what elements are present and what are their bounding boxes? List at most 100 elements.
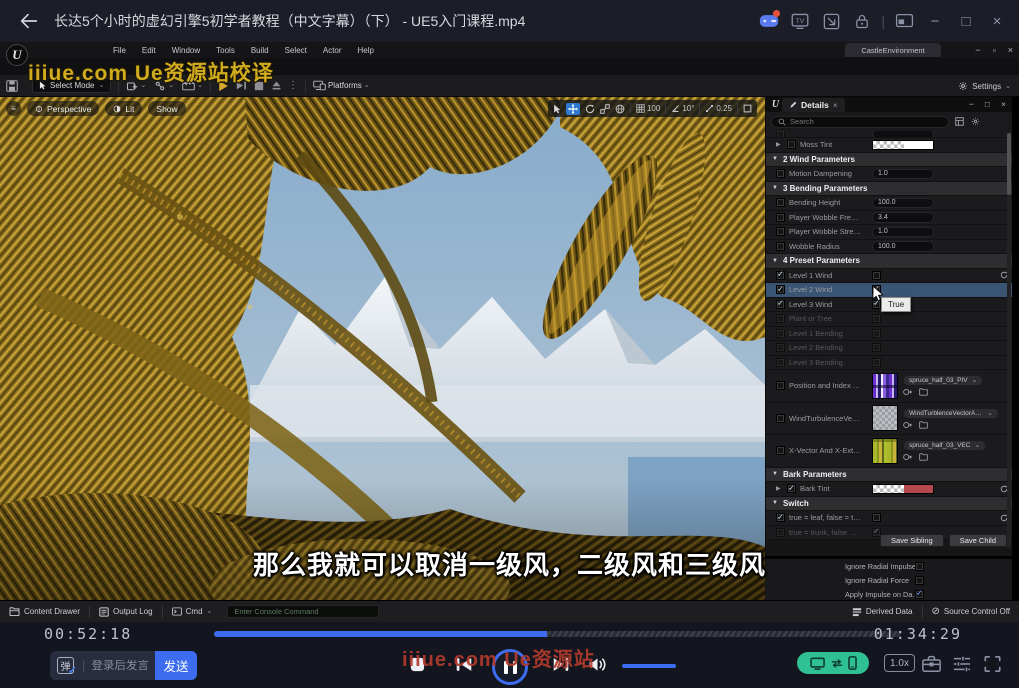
expander-icon[interactable]: ▶ <box>776 485 783 492</box>
menu-actor[interactable]: Actor <box>323 46 342 55</box>
show-dropdown[interactable]: Show <box>148 101 185 116</box>
display-filter-icon[interactable] <box>955 117 964 126</box>
prev-button[interactable] <box>454 655 474 674</box>
perspective-dropdown[interactable]: Perspective <box>27 101 99 116</box>
value-box[interactable]: 1.0 <box>872 227 934 238</box>
value-checkbox[interactable] <box>872 271 881 280</box>
property-checkbox[interactable] <box>776 198 785 207</box>
send-button[interactable]: 发送 <box>155 651 197 680</box>
menu-file[interactable]: File <box>113 46 126 55</box>
platforms-dropdown[interactable]: Platforms ⌄ <box>313 80 370 91</box>
texture-thumbnail[interactable] <box>872 438 898 464</box>
source-control-button[interactable]: ⊘ Source Control Off <box>923 601 1019 622</box>
derived-data-button[interactable]: Derived Data <box>843 601 922 622</box>
game-center-icon[interactable] <box>757 9 781 33</box>
asset-dropdown[interactable]: spruce_half_03_PIV⌄ <box>903 375 983 386</box>
output-log-button[interactable]: Output Log <box>90 601 162 622</box>
browse-asset-icon[interactable] <box>919 453 928 461</box>
rotation-snap-toggle[interactable]: 10° <box>671 104 694 113</box>
property-checkbox[interactable] <box>776 446 785 455</box>
details-tab-close-icon[interactable]: × <box>833 101 838 110</box>
category-header[interactable]: ▼Switch <box>766 497 1012 512</box>
stop-button[interactable] <box>409 656 426 673</box>
texture-thumbnail[interactable] <box>872 405 898 431</box>
menu-window[interactable]: Window <box>172 46 200 55</box>
browse-asset-icon[interactable] <box>919 421 928 429</box>
scale-snap-toggle[interactable]: 0.25 <box>705 104 732 113</box>
danmaku-input[interactable] <box>91 660 155 672</box>
use-selected-icon[interactable] <box>903 453 912 461</box>
value-checkbox[interactable] <box>872 329 881 338</box>
video-frame[interactable]: FileEditWindowToolsBuildSelectActorHelp … <box>0 42 1019 622</box>
world-space-button[interactable] <box>615 104 625 114</box>
move-tool-button[interactable] <box>566 103 580 115</box>
property-checkbox[interactable] <box>776 227 785 236</box>
property-checkbox[interactable] <box>776 169 785 178</box>
ue-close-icon[interactable]: × <box>1008 46 1013 55</box>
property-checkbox[interactable] <box>776 528 785 537</box>
property-checkbox[interactable]: ✓ <box>787 484 796 493</box>
color-swatch[interactable] <box>872 140 934 151</box>
property-checkbox[interactable] <box>776 358 785 367</box>
property-checkbox[interactable] <box>776 381 785 390</box>
value-box[interactable]: 1.0 <box>872 169 934 180</box>
category-header[interactable]: ▼Bark Parameters <box>766 468 1012 483</box>
texture-thumbnail[interactable] <box>872 373 898 399</box>
value-checkbox[interactable] <box>872 343 881 352</box>
lock-button[interactable] <box>850 9 874 33</box>
browse-asset-icon[interactable] <box>919 388 928 396</box>
menu-help[interactable]: Help <box>358 46 374 55</box>
cmd-dropdown[interactable]: Cmd ⌄ <box>163 601 222 622</box>
next-button[interactable] <box>551 655 571 674</box>
property-checkbox[interactable] <box>776 213 785 222</box>
value-checkbox[interactable] <box>872 358 881 367</box>
tv-cast-button[interactable]: TV <box>788 9 812 33</box>
mini-player-button[interactable] <box>892 9 916 33</box>
asset-dropdown[interactable]: spruce_half_03_VEC⌄ <box>903 440 986 451</box>
scale-tool-button[interactable] <box>600 104 610 114</box>
details-scrollbar-thumb[interactable] <box>1007 133 1011 195</box>
value-checkbox[interactable] <box>872 314 881 323</box>
progress-bar[interactable] <box>214 631 900 637</box>
value-box[interactable]: 3.4 <box>872 212 934 223</box>
maximize-button[interactable]: □ <box>954 9 978 33</box>
select-tool-button[interactable] <box>553 104 561 114</box>
details-minimize-icon[interactable]: − <box>969 99 974 109</box>
property-checkbox[interactable] <box>787 140 796 149</box>
use-selected-icon[interactable] <box>903 421 912 429</box>
viewport-canvas[interactable]: ≡ Perspective Lit Show <box>0 97 765 600</box>
property-checkbox[interactable]: ✓ <box>776 285 785 294</box>
category-header[interactable]: ▼4 Preset Parameters <box>766 254 1012 269</box>
value-box[interactable] <box>872 131 934 138</box>
details-maximize-icon[interactable]: □ <box>985 99 990 109</box>
details-close-icon[interactable]: × <box>1001 99 1006 109</box>
ue-logo[interactable]: U <box>6 44 28 66</box>
save-button[interactable] <box>6 80 18 92</box>
color-swatch[interactable] <box>872 484 934 495</box>
screenshot-button[interactable] <box>819 9 843 33</box>
property-checkbox[interactable] <box>776 131 785 138</box>
ue-restore-icon[interactable]: ▫ <box>993 46 996 55</box>
panel-settings-gear-icon[interactable] <box>971 117 980 126</box>
property-checkbox[interactable] <box>776 242 785 251</box>
rotate-tool-button[interactable] <box>585 104 595 114</box>
volume-button[interactable] <box>587 655 608 674</box>
minimize-button[interactable]: − <box>923 9 947 33</box>
playback-speed-button[interactable]: 1.0x <box>884 654 915 672</box>
ue-minimize-icon[interactable]: − <box>975 46 980 55</box>
menu-select[interactable]: Select <box>285 46 307 55</box>
menu-tools[interactable]: Tools <box>216 46 235 55</box>
details-scrollbar[interactable] <box>1007 133 1011 548</box>
property-checkbox[interactable] <box>776 414 785 423</box>
property-checkbox[interactable]: ✓ <box>776 300 785 309</box>
fullscreen-button[interactable] <box>983 655 1002 673</box>
asset-dropdown[interactable]: WindTurblenceVectorAndGus⌄ <box>903 408 999 419</box>
property-checkbox[interactable]: ✓ <box>776 513 785 522</box>
value-checkbox[interactable] <box>872 513 881 522</box>
back-button[interactable] <box>16 8 42 34</box>
use-selected-icon[interactable] <box>903 388 912 396</box>
expander-icon[interactable]: ▶ <box>776 141 783 148</box>
maximize-viewport-button[interactable] <box>743 104 752 113</box>
ue-level-tab[interactable]: CastleEnvironment <box>845 43 941 57</box>
viewport-menu-button[interactable]: ≡ <box>6 101 21 116</box>
